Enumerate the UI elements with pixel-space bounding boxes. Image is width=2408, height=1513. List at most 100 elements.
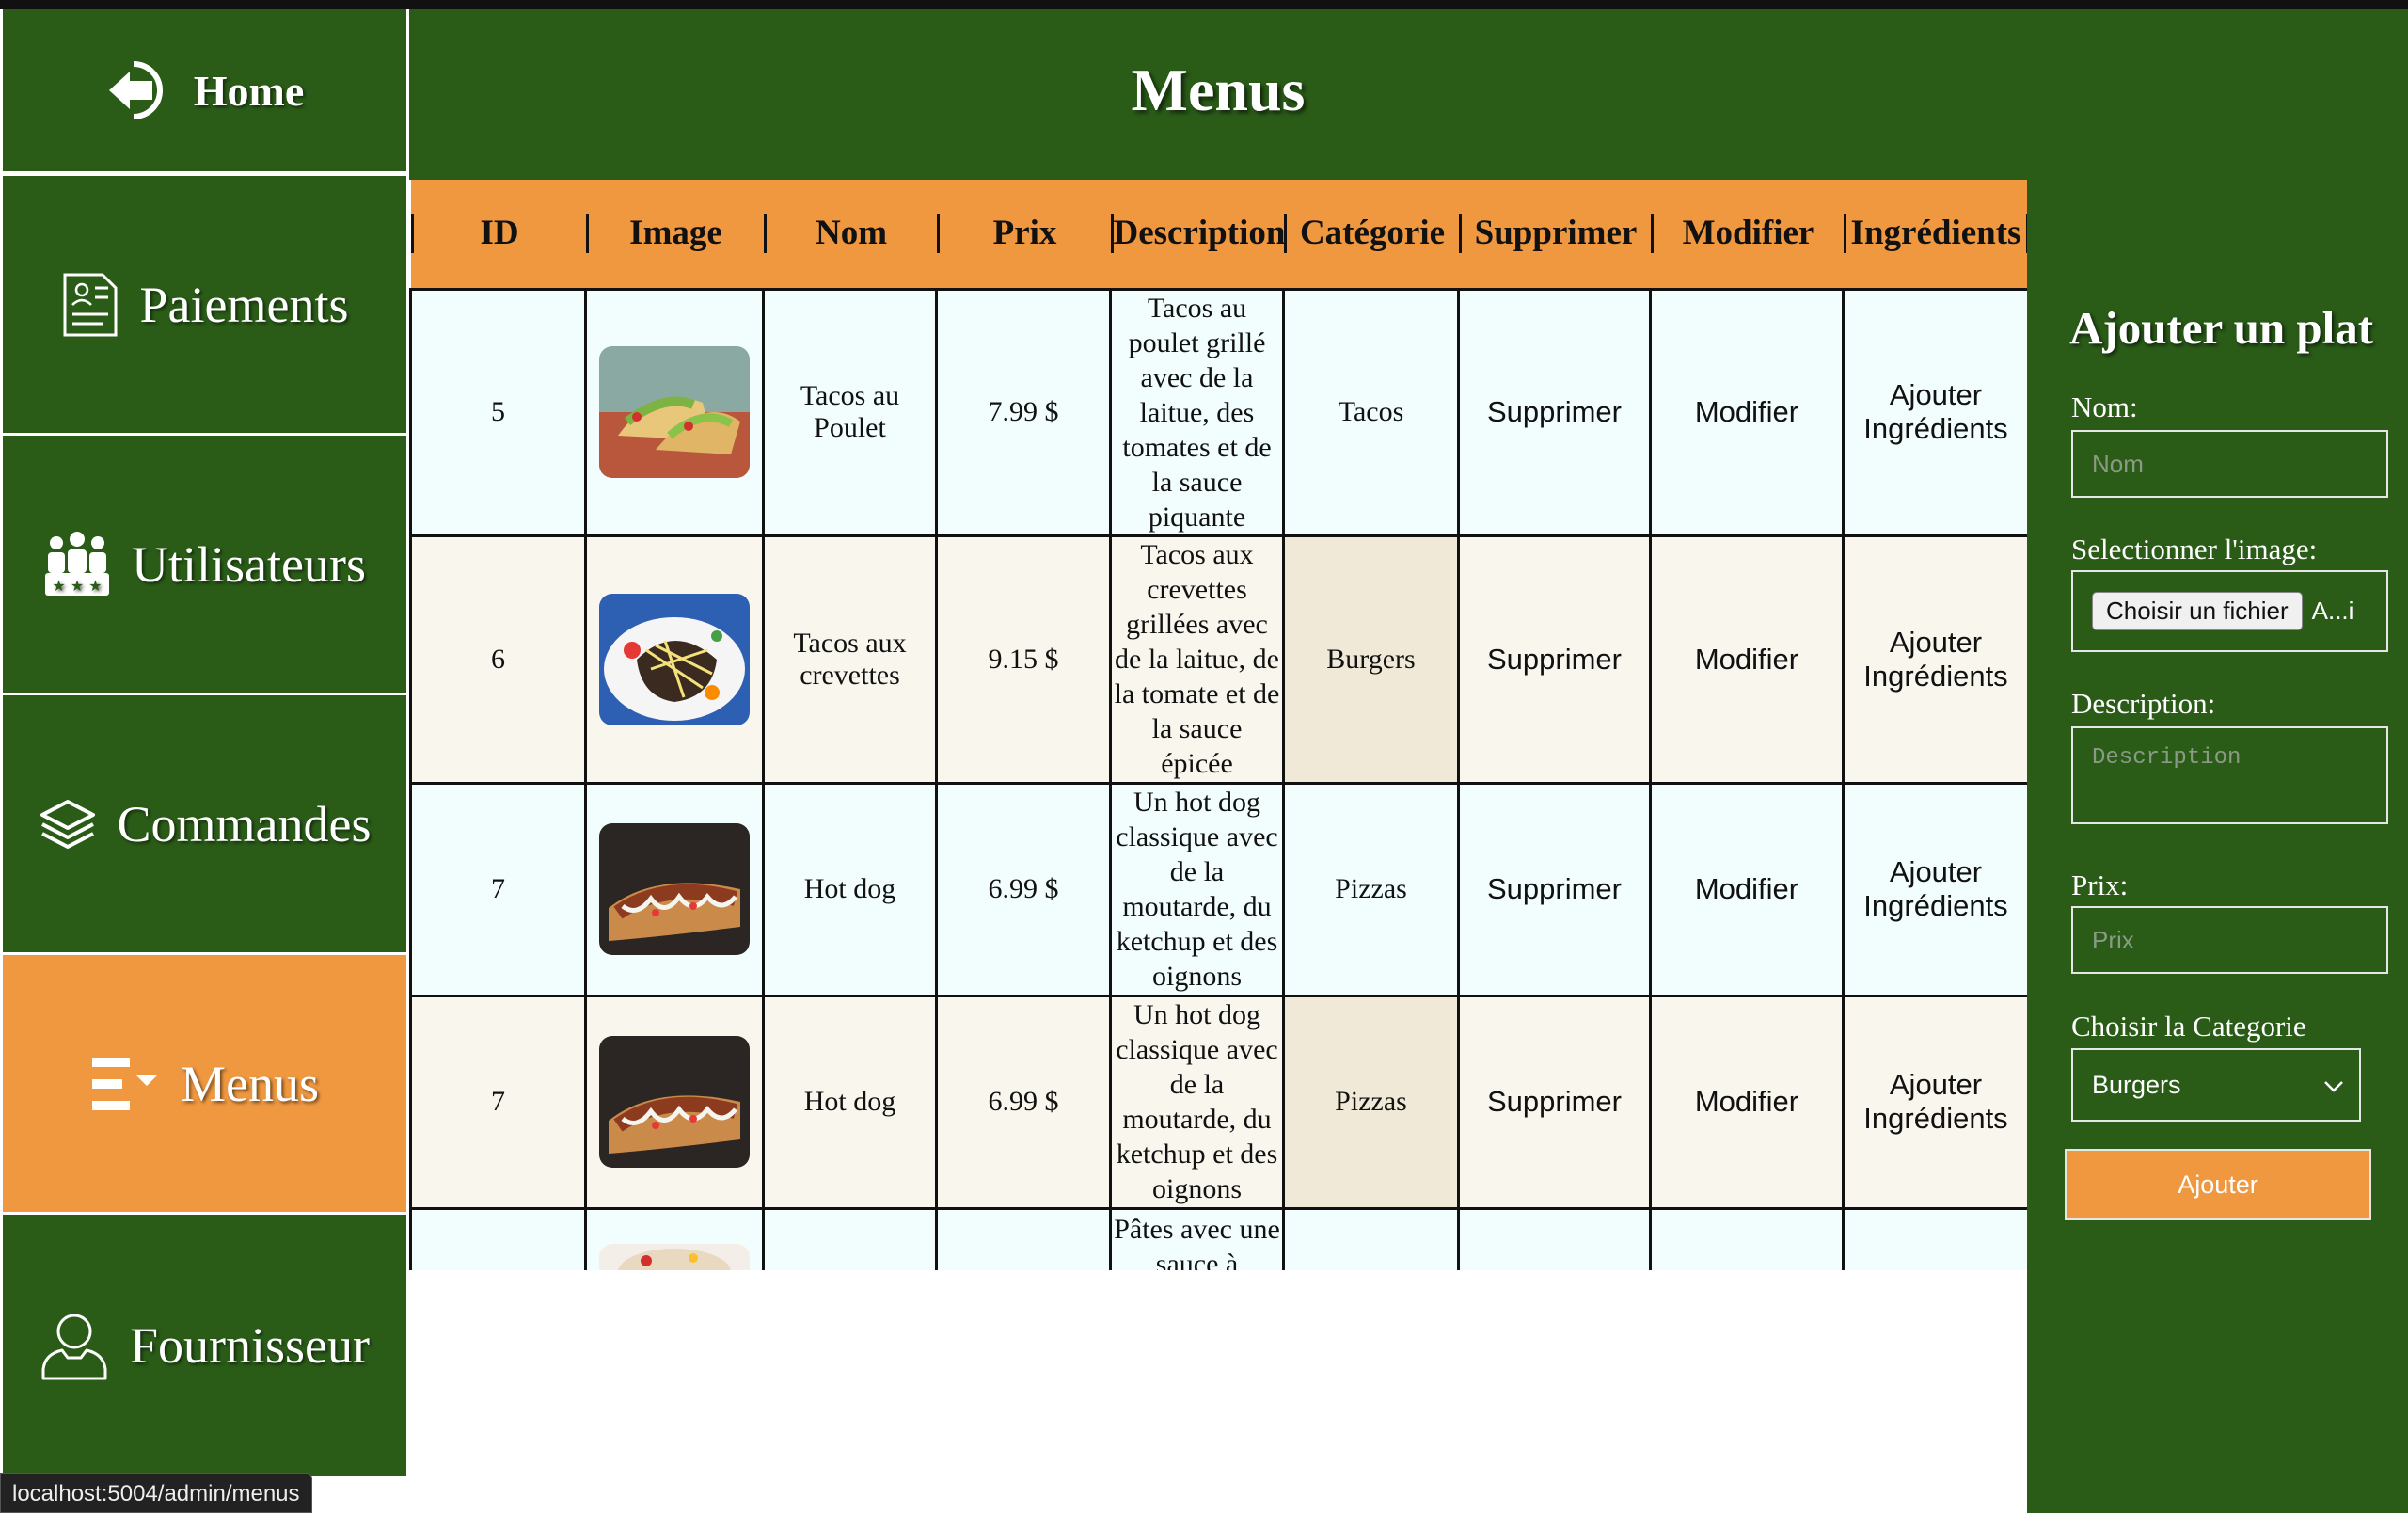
column-header-categorie: Catégorie bbox=[1283, 180, 1459, 289]
sidebar-item-label: Fournisseur bbox=[130, 1317, 370, 1374]
column-header-supprimer: Supprimer bbox=[1458, 180, 1651, 289]
cell-id: 5 bbox=[409, 287, 587, 537]
delete-button[interactable]: Supprimer bbox=[1457, 287, 1652, 537]
nom-input[interactable] bbox=[2071, 430, 2388, 498]
edit-button[interactable] bbox=[1649, 1206, 1845, 1270]
cell-image bbox=[584, 781, 765, 997]
description-textarea[interactable] bbox=[2071, 726, 2388, 824]
image-label: Selectionner l'image: bbox=[2071, 533, 2318, 565]
column-header-description: Description bbox=[1110, 180, 1285, 289]
cell-nom bbox=[762, 1206, 938, 1270]
edit-button[interactable]: Modifier bbox=[1649, 781, 1845, 997]
prix-input[interactable] bbox=[2071, 906, 2388, 974]
receipt-icon bbox=[61, 271, 119, 339]
hotdog-photo bbox=[599, 1036, 750, 1168]
cell-nom: Tacos aux crevettes bbox=[762, 534, 938, 785]
delete-button[interactable] bbox=[1457, 1206, 1652, 1270]
add-ingredients-button[interactable]: Ajouter Ingrédients bbox=[1842, 994, 2027, 1210]
menus-table: ID Image Nom Prix Description Catégorie … bbox=[409, 180, 2027, 1270]
add-ingredients-button[interactable]: Ajouter Ingrédients bbox=[1842, 781, 2027, 997]
cell-prix bbox=[935, 1206, 1112, 1270]
sidebar-item-home[interactable]: Home bbox=[3, 9, 406, 171]
add-ingredients-button[interactable] bbox=[1842, 1206, 2027, 1270]
window-top-edge bbox=[0, 0, 2408, 9]
sidebar-item-label: Home bbox=[193, 66, 305, 115]
chevron-down-icon bbox=[2323, 1071, 2344, 1100]
sidebar-item-fournisseur[interactable]: Fournisseur bbox=[3, 1215, 406, 1476]
sidebar-item-paiements[interactable]: Paiements bbox=[3, 176, 406, 433]
cell-id bbox=[409, 1206, 587, 1270]
sidebar-item-label: Paiements bbox=[139, 276, 349, 333]
table-row: 5 Tacos au Poulet 7.99 $ Tacos au poulet… bbox=[409, 287, 2027, 537]
arrow-left-circle-icon bbox=[105, 60, 173, 120]
hotdog-photo bbox=[599, 823, 750, 955]
column-header-modifier: Modifier bbox=[1650, 180, 1844, 289]
sidebar-item-label: Utilisateurs bbox=[132, 535, 366, 593]
cell-nom: Hot dog bbox=[762, 781, 938, 997]
image-file-input[interactable]: Choisir un fichier A...i bbox=[2071, 570, 2388, 652]
cell-image bbox=[584, 1206, 765, 1270]
cell-id: 6 bbox=[409, 534, 587, 785]
menus-table-container[interactable]: ID Image Nom Prix Description Catégorie … bbox=[409, 180, 2027, 1270]
cell-description: Tacos aux crevettes grillées avec de la … bbox=[1109, 534, 1285, 785]
prix-label: Prix: bbox=[2071, 868, 2129, 901]
cell-categorie bbox=[1282, 1206, 1460, 1270]
delete-button[interactable]: Supprimer bbox=[1457, 781, 1652, 997]
choose-file-button[interactable]: Choisir un fichier bbox=[2092, 592, 2303, 630]
sidebar-item-commandes[interactable]: Commandes bbox=[3, 695, 406, 952]
delete-button[interactable]: Supprimer bbox=[1457, 534, 1652, 785]
table-row: Pâtes avec une sauce à bbox=[409, 1206, 2027, 1270]
cell-image bbox=[584, 994, 765, 1210]
column-header-ingredients: Ingrédients bbox=[1843, 180, 2027, 289]
sidebar-item-utilisateurs[interactable]: ★ ★ ★ Utilisateurs bbox=[3, 436, 406, 693]
cell-prix: 9.15 $ bbox=[935, 534, 1112, 785]
cell-description: Un hot dog classique avec de la moutarde… bbox=[1109, 781, 1285, 997]
categorie-selected-value: Burgers bbox=[2092, 1070, 2181, 1099]
add-ingredients-button[interactable]: Ajouter Ingrédients bbox=[1842, 287, 2027, 537]
cell-nom: Hot dog bbox=[762, 994, 938, 1210]
cell-description: Un hot dog classique avec de la moutarde… bbox=[1109, 994, 1285, 1210]
categorie-select[interactable]: Burgers bbox=[2071, 1048, 2361, 1122]
edit-button[interactable]: Modifier bbox=[1649, 534, 1845, 785]
pasta-photo bbox=[599, 1243, 750, 1270]
cell-id: 7 bbox=[409, 994, 587, 1210]
sidebar: Home Paiements ★ ★ ★ Utilisateurs Comman… bbox=[0, 9, 409, 1513]
edit-button[interactable]: Modifier bbox=[1649, 994, 1845, 1210]
cell-categorie: Pizzas bbox=[1282, 781, 1460, 997]
user-icon bbox=[40, 1311, 109, 1380]
table-header-row: ID Image Nom Prix Description Catégorie … bbox=[410, 180, 2027, 289]
page-header: Menus bbox=[409, 9, 2027, 180]
svg-text:★ ★ ★: ★ ★ ★ bbox=[52, 577, 102, 595]
table-row: 7 Hot dog 6.99 $ Un hot dog classique av… bbox=[409, 994, 2027, 1210]
add-dish-panel: Ajouter un plat Nom: Selectionner l'imag… bbox=[2027, 9, 2408, 1513]
cell-prix: 7.99 $ bbox=[935, 287, 1112, 537]
cell-description: Pâtes avec une sauce à bbox=[1109, 1206, 1285, 1270]
sidebar-item-menus[interactable]: Menus bbox=[3, 955, 406, 1212]
column-header-id: ID bbox=[410, 180, 586, 289]
column-header-nom: Nom bbox=[763, 180, 937, 289]
cell-categorie: Tacos bbox=[1282, 287, 1460, 537]
edit-button[interactable]: Modifier bbox=[1649, 287, 1845, 537]
column-header-prix: Prix bbox=[936, 180, 1111, 289]
cell-id: 7 bbox=[409, 781, 587, 997]
delete-button[interactable]: Supprimer bbox=[1457, 994, 1652, 1210]
add-ingredients-button[interactable]: Ajouter Ingrédients bbox=[1842, 534, 2027, 785]
add-button[interactable]: Ajouter bbox=[2065, 1149, 2371, 1220]
page-title: Menus bbox=[1131, 56, 1306, 123]
form-title: Ajouter un plat bbox=[2069, 302, 2374, 354]
cell-image bbox=[584, 534, 765, 785]
table-row: 7 Hot dog 6.99 $ Un hot dog classique av… bbox=[409, 781, 2027, 997]
users-group-icon: ★ ★ ★ bbox=[43, 531, 111, 597]
status-bar-url: localhost:5004/admin/menus bbox=[0, 1473, 312, 1513]
cell-categorie: Pizzas bbox=[1282, 994, 1460, 1210]
description-label: Description: bbox=[2071, 687, 2216, 720]
tacos-photo bbox=[599, 346, 750, 478]
main-content: Menus ID Image Nom Prix Description Caté… bbox=[409, 9, 2027, 1513]
layers-icon bbox=[39, 798, 97, 851]
table-row: 6 Tacos aux crevettes 9.15 $ Tacos aux c… bbox=[409, 534, 2027, 785]
column-header-image: Image bbox=[585, 180, 764, 289]
cell-prix: 6.99 $ bbox=[935, 781, 1112, 997]
file-name-text: A...i bbox=[2311, 597, 2354, 625]
shrimp-tacos-photo bbox=[599, 593, 750, 725]
sidebar-item-label: Menus bbox=[181, 1055, 319, 1112]
